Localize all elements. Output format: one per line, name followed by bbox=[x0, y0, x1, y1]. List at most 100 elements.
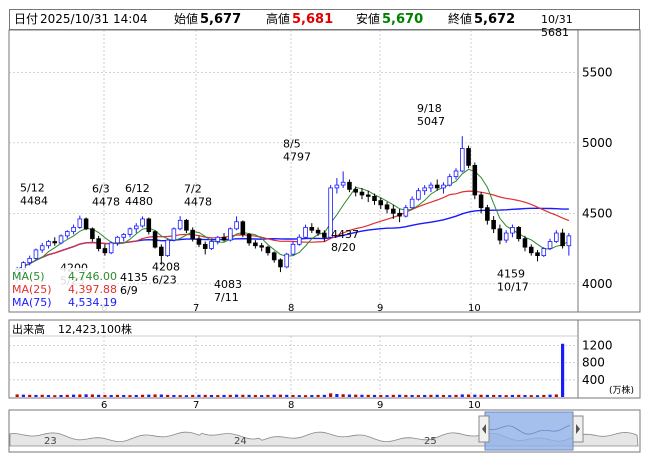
candle-body bbox=[46, 241, 51, 247]
candle bbox=[240, 220, 246, 238]
annotation-date: 6/3 bbox=[92, 182, 110, 195]
candle bbox=[441, 182, 446, 194]
volume-bar bbox=[297, 395, 301, 397]
candle-body bbox=[416, 190, 421, 200]
candle-body bbox=[90, 228, 95, 240]
navigator-window[interactable] bbox=[484, 411, 574, 451]
candle-body bbox=[510, 226, 515, 234]
volume-bar bbox=[228, 394, 232, 397]
volume-bar bbox=[335, 394, 339, 397]
volume-bar bbox=[71, 394, 76, 397]
candle-body bbox=[177, 219, 183, 230]
candle-body bbox=[108, 242, 114, 254]
volume-bar bbox=[46, 395, 51, 397]
candle bbox=[409, 196, 415, 210]
candle bbox=[234, 216, 239, 231]
volume-bar bbox=[122, 395, 126, 397]
candle bbox=[83, 217, 89, 231]
candle-body bbox=[96, 238, 101, 249]
candle-body bbox=[165, 239, 170, 256]
navigator-label-23: 23 bbox=[44, 436, 57, 447]
volume-bar bbox=[53, 395, 57, 397]
volume-bar bbox=[247, 394, 251, 397]
volume-bar bbox=[410, 395, 414, 397]
ma25-value: 4,397.88 bbox=[68, 283, 117, 296]
candle-body bbox=[246, 234, 252, 244]
candle bbox=[365, 190, 371, 203]
candle bbox=[65, 230, 70, 239]
candle-body bbox=[259, 245, 264, 248]
candle bbox=[309, 223, 315, 234]
volume-bar bbox=[178, 395, 182, 397]
volume-bar bbox=[115, 394, 120, 397]
volume-bar bbox=[385, 395, 389, 397]
candle-body bbox=[560, 232, 565, 247]
candle-body bbox=[547, 241, 553, 249]
volume-bar bbox=[448, 395, 452, 397]
candle-body bbox=[535, 252, 540, 256]
candle bbox=[228, 227, 233, 242]
candle-body bbox=[459, 148, 465, 172]
candle bbox=[102, 244, 108, 256]
candle bbox=[146, 217, 152, 235]
volume-bar bbox=[561, 343, 565, 397]
candle-body bbox=[422, 187, 427, 192]
ma75-label: MA(75) bbox=[12, 296, 52, 309]
candle-body bbox=[65, 231, 70, 237]
candle-body bbox=[102, 248, 108, 254]
candle bbox=[466, 145, 471, 169]
candle-body bbox=[228, 228, 233, 241]
ma25-label: MA(25) bbox=[12, 283, 52, 296]
candle-body bbox=[391, 208, 396, 214]
volume-bars bbox=[15, 343, 565, 397]
candle-body bbox=[215, 236, 221, 242]
volume-bar bbox=[517, 394, 521, 397]
volume-bar bbox=[291, 395, 295, 397]
candle bbox=[33, 248, 39, 260]
volume-bar bbox=[322, 394, 326, 397]
annotation-date: 6/9 bbox=[120, 284, 138, 297]
candle-body bbox=[52, 241, 58, 244]
volume-bar bbox=[103, 394, 107, 397]
candle bbox=[90, 227, 95, 242]
candle-body bbox=[491, 219, 496, 230]
candle-body bbox=[434, 184, 440, 189]
volume-bar bbox=[303, 395, 308, 397]
price-tick-label: 5500 bbox=[582, 65, 613, 79]
volume-bar bbox=[241, 394, 245, 397]
candle bbox=[422, 185, 427, 195]
candle bbox=[271, 251, 277, 263]
volume-bar bbox=[454, 394, 458, 397]
volume-bar bbox=[510, 394, 515, 397]
volume-bar bbox=[523, 395, 527, 397]
volume-bar bbox=[429, 394, 433, 397]
navigator-left-handle[interactable] bbox=[478, 415, 490, 443]
volume-bar bbox=[153, 394, 157, 397]
navigator-right-handle[interactable] bbox=[572, 415, 584, 443]
candle bbox=[497, 224, 503, 245]
candle bbox=[278, 258, 283, 273]
ma5-value: 4,746.00 bbox=[68, 270, 117, 283]
volume-bar bbox=[435, 394, 439, 397]
candle bbox=[152, 230, 158, 249]
candle bbox=[133, 223, 139, 234]
volume-bar bbox=[172, 395, 176, 397]
candle bbox=[334, 178, 340, 194]
volume-bar bbox=[479, 394, 483, 397]
candle-body bbox=[184, 219, 189, 231]
candle-body bbox=[372, 195, 377, 202]
candle-body bbox=[466, 148, 471, 166]
candle-body bbox=[403, 207, 409, 217]
candle-body bbox=[384, 204, 390, 210]
volume-bar bbox=[260, 395, 264, 397]
candle-body bbox=[566, 235, 572, 247]
candle-body bbox=[334, 184, 340, 189]
volume-bar bbox=[398, 394, 402, 397]
volume-month-label: 10 bbox=[468, 400, 481, 411]
volume-bar bbox=[272, 394, 276, 397]
candle bbox=[378, 197, 384, 210]
volume-bar bbox=[441, 395, 446, 397]
candle-body bbox=[159, 246, 164, 256]
volume-bar bbox=[372, 394, 377, 397]
price-tick-label: 5000 bbox=[582, 136, 613, 150]
